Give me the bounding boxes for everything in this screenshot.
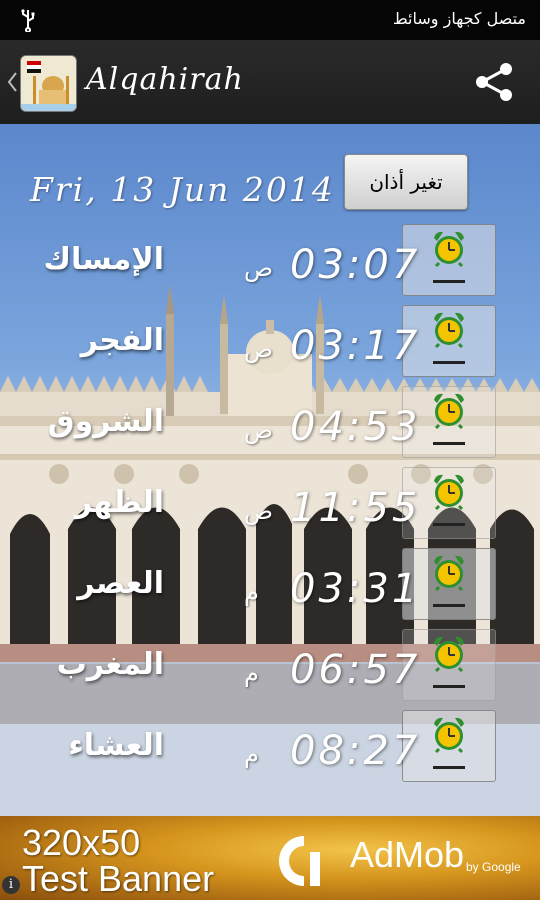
prayer-time: 04:53: [290, 404, 421, 450]
admob-logo: [279, 836, 320, 886]
prayer-row: 03:07 ص الإمساك: [0, 224, 540, 308]
prayer-name: الإمساك: [43, 242, 164, 277]
alarm-indicator: [433, 604, 465, 607]
usb-icon: [21, 9, 35, 32]
alarm-indicator: [433, 766, 465, 769]
prayer-name: العشاء: [68, 728, 164, 763]
alarm-clock-icon: [434, 717, 464, 753]
prayer-name: الفجر: [80, 323, 164, 358]
prayer-times-panel: Fri, 13 Jun 2014 تغير أذان 03:07 ص الإمساك…: [0, 124, 540, 816]
alarm-indicator: [433, 361, 465, 364]
prayer-time: 11:55: [290, 485, 421, 531]
date-label: Fri, 13 Jun 2014: [30, 170, 335, 209]
prayer-ampm: ص: [244, 416, 274, 444]
prayer-ampm: ص: [244, 254, 274, 282]
prayer-ampm: م: [244, 578, 259, 606]
ad-brand-text: AdMob: [350, 834, 465, 875]
prayer-row: 03:31 م العصر: [0, 548, 540, 632]
app-title: Alqahirah: [86, 62, 244, 97]
alarm-indicator: [433, 442, 465, 445]
prayer-row: 04:53 ص الشروق: [0, 386, 540, 470]
alarm-clock-icon: [434, 231, 464, 267]
prayer-time: 03:31: [290, 566, 421, 612]
prayer-name: المغرب: [56, 647, 164, 682]
share-icon[interactable]: [472, 60, 516, 104]
prayer-row: 08:27 م العشاء: [0, 710, 540, 794]
ad-test-text: Test Banner: [22, 858, 215, 899]
prayer-time: 08:27: [290, 728, 421, 774]
alarm-clock-icon: [434, 474, 464, 510]
prayer-ampm: م: [244, 659, 259, 687]
prayer-ampm: ص: [244, 335, 274, 363]
status-bar: متصل كجهاز وسائط: [0, 0, 540, 40]
change-adhan-button[interactable]: تغير أذان: [344, 154, 468, 210]
prayer-time: 03:07: [290, 242, 421, 288]
prayer-name: الظهر: [74, 485, 164, 520]
prayer-row: 06:57 م المغرب: [0, 629, 540, 713]
action-bar: Alqahirah: [0, 40, 540, 126]
prayer-row: 11:55 ص الظهر: [0, 467, 540, 551]
prayer-name: الشروق: [47, 404, 164, 439]
prayer-ampm: م: [244, 740, 259, 768]
ad-by-text: by Google: [466, 860, 521, 874]
mosque-app-icon[interactable]: [20, 55, 77, 112]
prayer-ampm: ص: [244, 497, 274, 525]
info-icon[interactable]: i: [2, 876, 20, 894]
status-text: متصل كجهاز وسائط: [392, 9, 526, 28]
alarm-clock-icon: [434, 636, 464, 672]
alarm-clock-icon: [434, 393, 464, 429]
alarm-indicator: [433, 685, 465, 688]
chevron-left-icon[interactable]: [6, 70, 18, 94]
ad-banner[interactable]: 320x50 Test Banner AdMob by Google i: [0, 816, 540, 900]
alarm-indicator: [433, 523, 465, 526]
prayer-time: 03:17: [290, 323, 421, 369]
prayer-row: 03:17 ص الفجر: [0, 305, 540, 389]
alarm-clock-icon: [434, 555, 464, 591]
prayer-name: العصر: [77, 566, 164, 601]
alarm-clock-icon: [434, 312, 464, 348]
alarm-indicator: [433, 280, 465, 283]
prayer-time: 06:57: [290, 647, 421, 693]
